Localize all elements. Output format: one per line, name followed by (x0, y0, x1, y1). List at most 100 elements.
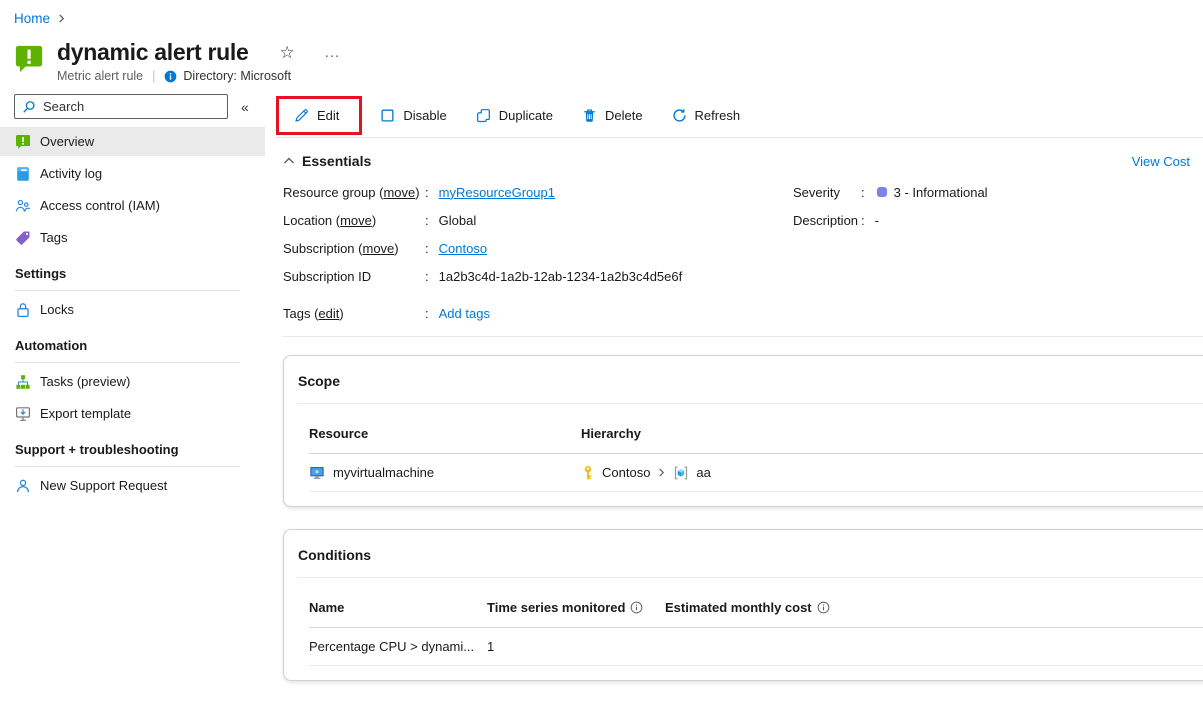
colon-separator: : (425, 306, 429, 321)
essentials-collapse-toggle[interactable]: Essentials (283, 153, 371, 169)
section-header: Settings (15, 266, 265, 281)
view-cost-link[interactable]: View Cost (1132, 154, 1190, 169)
scope-card-title: Scope (284, 356, 1203, 403)
sidebar-item-label: Tasks (preview) (40, 374, 130, 389)
condition-name: Percentage CPU > dynami... (309, 639, 487, 654)
essentials-panel: Essentials View Cost Resource group (mov… (276, 153, 1203, 337)
sidebar-item-tasks[interactable]: Tasks (preview) (0, 367, 265, 396)
conditions-table-header: Name Time series monitored Estimated mon… (309, 578, 1203, 628)
disable-button[interactable]: Disable (370, 102, 456, 129)
column-header-time-series: Time series monitored (487, 600, 665, 615)
hierarchy-subscription-name: Contoso (602, 465, 650, 480)
conditions-card: Conditions Name Time series monitored Es… (283, 529, 1203, 681)
conditions-card-title: Conditions (284, 530, 1203, 577)
severity-color-dot (877, 187, 887, 197)
resource-type-label: Metric alert rule (57, 69, 143, 83)
essentials-row-description: Description : - (793, 206, 1203, 234)
chevron-right-icon (57, 14, 66, 23)
resource-name-link[interactable]: myvirtualmachine (333, 465, 434, 480)
edit-tags-link[interactable]: edit (318, 306, 339, 321)
conditions-table-row[interactable]: Percentage CPU > dynami... 1 (309, 628, 1203, 666)
scope-table-header: Resource Hierarchy (309, 404, 1203, 454)
column-header-cost: Estimated monthly cost (665, 600, 1203, 615)
sidebar-item-tags[interactable]: Tags (0, 223, 265, 252)
info-icon[interactable] (817, 601, 830, 614)
scope-table-row[interactable]: myvirtualmachine Contoso aa (309, 454, 1203, 492)
column-header-hierarchy: Hierarchy (581, 426, 1203, 441)
pencil-icon (294, 108, 309, 123)
essentials-row-tags: Tags (edit) : Add tags (283, 299, 1203, 327)
sidebar-item-label: Activity log (40, 166, 102, 181)
sidebar-item-new-support-request[interactable]: New Support Request (0, 471, 265, 500)
favorite-star-icon[interactable]: ☆ (279, 43, 294, 63)
tag-icon (15, 230, 31, 246)
essentials-row-severity: Severity : 3 - Informational (793, 178, 1203, 206)
disable-square-icon (380, 108, 395, 123)
divider (15, 362, 240, 363)
sidebar-item-label: Access control (IAM) (40, 198, 160, 213)
description-value: - (875, 213, 879, 228)
colon-separator: : (425, 269, 429, 284)
scope-card: Scope Resource Hierarchy myvirtualmachin… (283, 355, 1203, 507)
overview-alert-icon (15, 134, 31, 150)
refresh-button[interactable]: Refresh (662, 102, 751, 129)
edit-button[interactable]: Edit (284, 102, 349, 129)
essentials-row-resource-group: Resource group (move) : myResourceGroup1 (283, 178, 793, 206)
breadcrumb-home-link[interactable]: Home (14, 11, 50, 26)
resource-group-icon (673, 465, 689, 481)
sidebar-item-export-template[interactable]: Export template (0, 399, 265, 428)
sidebar-section-automation: Automation Tasks (preview) Export templa… (0, 338, 265, 428)
subscription-key-icon (581, 465, 595, 481)
sidebar-item-locks[interactable]: Locks (0, 295, 265, 324)
sidebar-section-support: Support + troubleshooting New Support Re… (0, 442, 265, 500)
colon-separator: : (861, 213, 865, 228)
sidebar-search-input[interactable] (43, 99, 220, 114)
section-header: Support + troubleshooting (15, 442, 265, 457)
colon-separator: : (425, 213, 429, 228)
sidebar-item-access-control[interactable]: Access control (IAM) (0, 191, 265, 220)
search-icon (22, 100, 36, 114)
severity-value: 3 - Informational (894, 185, 988, 200)
access-control-icon (15, 198, 31, 214)
divider (283, 336, 1203, 337)
move-link[interactable]: move (383, 185, 415, 200)
info-icon[interactable] (630, 601, 643, 614)
edit-highlight-annotation: Edit (276, 96, 362, 135)
essentials-row-location: Location (move) : Global (283, 206, 793, 234)
support-person-icon (15, 478, 31, 494)
duplicate-button[interactable]: Duplicate (466, 102, 563, 129)
sidebar-collapse-icon[interactable]: « (241, 99, 249, 115)
sidebar: « Overview Activity log Access control (… (0, 94, 265, 503)
sidebar-item-label: Locks (40, 302, 74, 317)
more-options-icon[interactable]: ... (325, 44, 341, 61)
divider (15, 290, 240, 291)
sidebar-item-label: New Support Request (40, 478, 167, 493)
refresh-icon (672, 108, 687, 123)
sidebar-search-box[interactable] (14, 94, 228, 119)
metric-alert-icon (14, 44, 44, 74)
resource-group-link[interactable]: myResourceGroup1 (439, 185, 555, 200)
move-link[interactable]: move (362, 241, 394, 256)
essentials-title: Essentials (302, 153, 371, 169)
essentials-row-subscription: Subscription (move) : Contoso (283, 234, 793, 262)
delete-button[interactable]: Delete (572, 102, 653, 129)
tasks-flowchart-icon (15, 374, 31, 390)
sidebar-item-activity-log[interactable]: Activity log (0, 159, 265, 188)
move-link[interactable]: move (340, 213, 372, 228)
sidebar-section-settings: Settings Locks (0, 266, 265, 324)
chevron-up-icon (283, 155, 295, 167)
page-title: dynamic alert rule (57, 39, 248, 66)
essentials-row-subscription-id: Subscription ID : 1a2b3c4d-1a2b-12ab-123… (283, 262, 793, 290)
colon-separator: : (425, 185, 429, 200)
command-bar: Edit Disable Duplicate Delete Refresh (276, 94, 1203, 138)
section-header: Automation (15, 338, 265, 353)
add-tags-link[interactable]: Add tags (439, 306, 490, 321)
breadcrumb: Home (0, 0, 1203, 26)
column-header-name: Name (309, 600, 487, 615)
location-value: Global (439, 213, 477, 228)
subscription-link[interactable]: Contoso (439, 241, 487, 256)
sidebar-item-overview[interactable]: Overview (0, 127, 265, 156)
main-content: Edit Disable Duplicate Delete Refresh (276, 94, 1203, 681)
column-header-resource: Resource (309, 426, 581, 441)
hierarchy-resource-group-name: aa (696, 465, 710, 480)
